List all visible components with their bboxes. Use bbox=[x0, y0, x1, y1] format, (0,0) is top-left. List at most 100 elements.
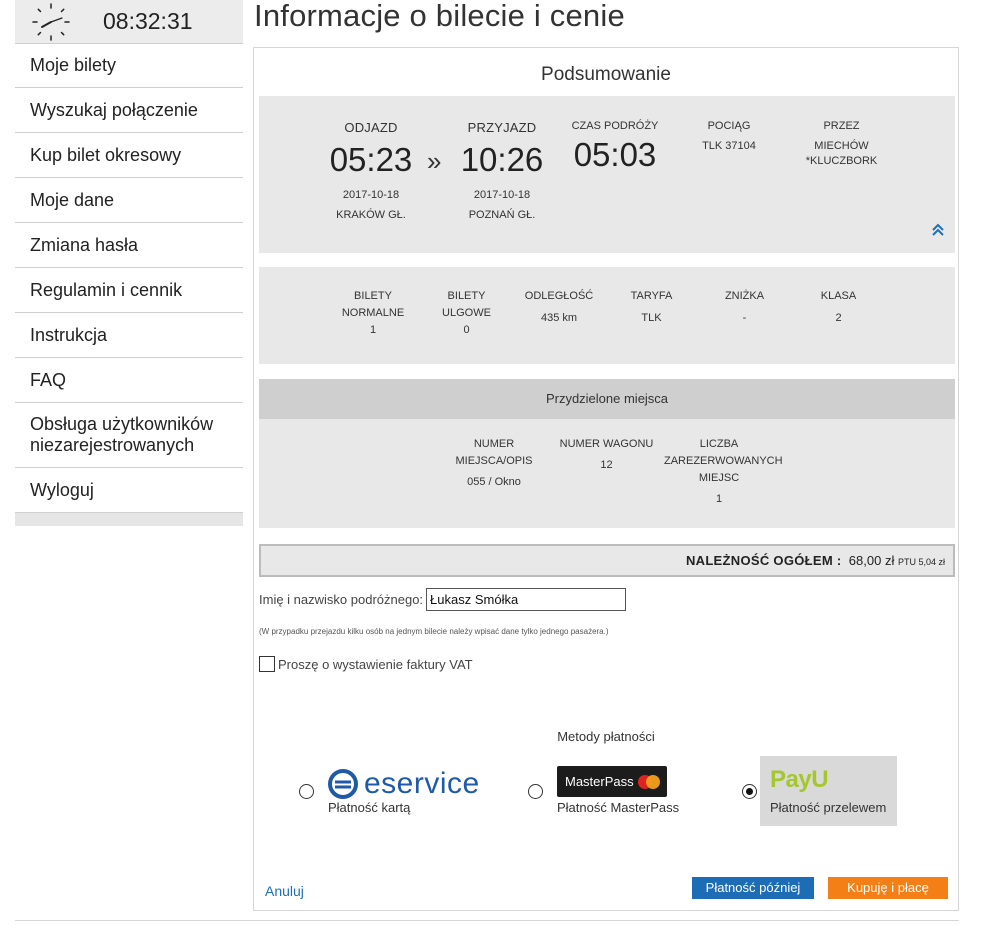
eservice-icon bbox=[328, 769, 358, 799]
payment-card-radio[interactable] bbox=[299, 784, 314, 799]
masterpass-logo: MasterPass bbox=[557, 766, 667, 797]
reserved-count-value: 1 bbox=[715, 493, 723, 505]
collapse-chevron-icon[interactable] bbox=[931, 223, 945, 237]
distance-label: ODLEGŁOŚĆ bbox=[524, 290, 594, 302]
vat-label: Proszę o wystawienie faktury VAT bbox=[278, 656, 473, 672]
journey-box: ODJAZD 05:23 2017-10-18 KRAKÓW GŁ. » PRZ… bbox=[259, 96, 955, 253]
normal-tickets-block: BILETY NORMALNE 1 bbox=[328, 288, 418, 339]
departure-station: KRAKÓW GŁ. bbox=[336, 209, 406, 221]
duration-value: 05:03 bbox=[573, 136, 657, 173]
duration-block: CZAS PODRÓŻY 05:03 bbox=[565, 120, 665, 174]
normal-tickets-value: 1 bbox=[369, 324, 377, 336]
class-label: KLASA bbox=[820, 290, 857, 302]
sidebar-item-my-tickets[interactable]: Moje bilety bbox=[15, 43, 243, 88]
payment-methods-title: Metody płatności bbox=[557, 729, 655, 744]
departure-date: 2017-10-18 bbox=[342, 189, 400, 201]
class-block: KLASA 2 bbox=[796, 288, 881, 327]
vat-row: Proszę o wystawienie faktury VAT bbox=[259, 656, 473, 672]
clock-time: 08:32:31 bbox=[103, 8, 193, 34]
ticket-info-box: BILETY NORMALNE 1 BILETY ULGOWE 0 ODLEGŁ… bbox=[259, 267, 955, 364]
vat-checkbox[interactable] bbox=[259, 656, 275, 672]
passenger-name-input[interactable] bbox=[426, 588, 627, 611]
tariff-value: TLK bbox=[641, 312, 662, 324]
reserved-count-label-3: MIEJSC bbox=[698, 472, 740, 484]
payment-transfer-option[interactable]: PayU Płatność przelewem bbox=[760, 756, 897, 826]
discount-value: - bbox=[742, 312, 747, 324]
distance-block: ODLEGŁOŚĆ 435 km bbox=[514, 288, 604, 327]
seat-number-label-2: MIEJSCA/OPIS bbox=[455, 455, 533, 467]
eservice-logo-text: eservice bbox=[364, 767, 480, 800]
arrival-date: 2017-10-18 bbox=[473, 189, 531, 201]
arrival-time: 10:26 bbox=[460, 141, 544, 178]
reduced-tickets-label-2: ULGOWE bbox=[442, 307, 491, 319]
reduced-tickets-block: BILETY ULGOWE 0 bbox=[424, 288, 509, 339]
discount-label: ZNIŻKA bbox=[724, 290, 765, 302]
summary-title: Podsumowanie bbox=[541, 64, 671, 85]
tariff-label: TARYFA bbox=[630, 290, 673, 302]
discount-block: ZNIŻKA - bbox=[702, 288, 787, 327]
footer-divider bbox=[15, 920, 959, 921]
buy-and-pay-button[interactable]: Kupuję i płacę bbox=[828, 877, 948, 899]
normal-tickets-label-2: NORMALNE bbox=[341, 307, 405, 319]
clock-widget: 08:32:31 bbox=[15, 0, 243, 43]
masterpass-logo-text: MasterPass bbox=[565, 774, 634, 789]
sidebar-item-instructions[interactable]: Instrukcja bbox=[15, 313, 243, 358]
via-station-1: MIECHÓW bbox=[814, 140, 869, 152]
sidebar-item-unregistered-users[interactable]: Obsługa użytkowników niezarejestrowanych bbox=[15, 403, 243, 468]
total-label: NALEŻNOŚĆ OGÓŁEM : bbox=[685, 553, 842, 568]
train-block: POCIĄG TLK 37104 bbox=[679, 120, 779, 152]
sidebar-item-my-data[interactable]: Moje dane bbox=[15, 178, 243, 223]
total-amount: 68,00 zł bbox=[848, 553, 895, 568]
payment-card-label[interactable]: Płatność kartą bbox=[328, 800, 410, 815]
payment-transfer-label: Płatność przelewem bbox=[770, 800, 887, 815]
arrival-station: POZNAŃ GŁ. bbox=[468, 209, 536, 221]
reserved-count-label-2: ZAREZERWOWANYCH bbox=[664, 455, 783, 467]
total-amount-block: NALEŻNOŚĆ OGÓŁEM : 68,00 zł PTU 5,04 zł bbox=[686, 553, 945, 568]
passenger-name-label: Imię i nazwisko podróżnego: bbox=[259, 592, 424, 607]
seat-number-value: 055 / Okno bbox=[467, 476, 521, 488]
payment-masterpass-radio[interactable] bbox=[528, 784, 543, 799]
total-ptu: PTU 5,04 zł bbox=[897, 557, 945, 567]
arrival-block: PRZYJAZD 10:26 2017-10-18 POZNAŃ GŁ. bbox=[452, 120, 552, 221]
car-number-value: 12 bbox=[600, 459, 613, 471]
total-bar: NALEŻNOŚĆ OGÓŁEM : 68,00 zł PTU 5,04 zł bbox=[259, 544, 955, 577]
normal-tickets-label-1: BILETY bbox=[354, 290, 392, 302]
reserved-count-label-1: LICZBA bbox=[699, 438, 739, 450]
reduced-tickets-value: 0 bbox=[463, 324, 470, 336]
via-station-2: *KLUCZBORK bbox=[805, 155, 878, 167]
sidebar: 08:32:31 Moje bilety Wyszukaj połączenie… bbox=[15, 0, 243, 526]
passenger-row: Imię i nazwisko podróżnego: bbox=[259, 588, 627, 611]
seats-box: Przydzielone miejsca NUMER MIEJSCA/OPIS … bbox=[259, 379, 955, 528]
masterpass-circles-icon bbox=[637, 774, 660, 789]
payment-masterpass-label[interactable]: Płatność MasterPass bbox=[557, 800, 679, 815]
sidebar-item-faq[interactable]: FAQ bbox=[15, 358, 243, 403]
departure-block: ODJAZD 05:23 2017-10-18 KRAKÓW GŁ. bbox=[321, 120, 421, 221]
reserved-count-block: LICZBA ZAREZERWOWANYCH MIEJSC 1 bbox=[664, 436, 783, 508]
page-title: Informacje o bilecie i cenie bbox=[254, 0, 625, 33]
sidebar-item-terms[interactable]: Regulamin i cennik bbox=[15, 268, 243, 313]
distance-value: 435 km bbox=[540, 312, 578, 324]
payment-transfer-radio[interactable] bbox=[742, 784, 757, 799]
summary-panel: Podsumowanie ODJAZD 05:23 2017-10-18 KRA… bbox=[253, 47, 959, 911]
via-label: PRZEZ bbox=[823, 120, 860, 132]
eservice-logo: eservice bbox=[328, 767, 480, 801]
departure-label: ODJAZD bbox=[344, 120, 398, 135]
seat-number-block: NUMER MIEJSCA/OPIS 055 / Okno bbox=[444, 436, 544, 491]
tariff-block: TARYFA TLK bbox=[609, 288, 694, 327]
sidebar-item-search-connection[interactable]: Wyszukaj połączenie bbox=[15, 88, 243, 133]
passenger-note: (W przypadku przejazdu kilku osób na jed… bbox=[259, 627, 609, 636]
class-value: 2 bbox=[835, 312, 842, 324]
car-number-block: NUMER WAGONU 12 bbox=[554, 436, 659, 474]
arrival-label: PRZYJAZD bbox=[467, 120, 537, 135]
sidebar-item-season-ticket[interactable]: Kup bilet okresowy bbox=[15, 133, 243, 178]
seats-title: Przydzielone miejsca bbox=[259, 379, 955, 419]
cancel-link[interactable]: Anuluj bbox=[265, 883, 304, 899]
direction-arrow: » bbox=[427, 146, 442, 176]
pay-later-button[interactable]: Płatność później bbox=[692, 877, 814, 899]
sidebar-item-change-password[interactable]: Zmiana hasła bbox=[15, 223, 243, 268]
sidebar-footer bbox=[15, 513, 243, 526]
payu-logo: PayU bbox=[770, 766, 829, 793]
departure-time: 05:23 bbox=[329, 141, 413, 178]
seat-number-label-1: NUMER bbox=[473, 438, 515, 450]
sidebar-item-logout[interactable]: Wyloguj bbox=[15, 468, 243, 513]
